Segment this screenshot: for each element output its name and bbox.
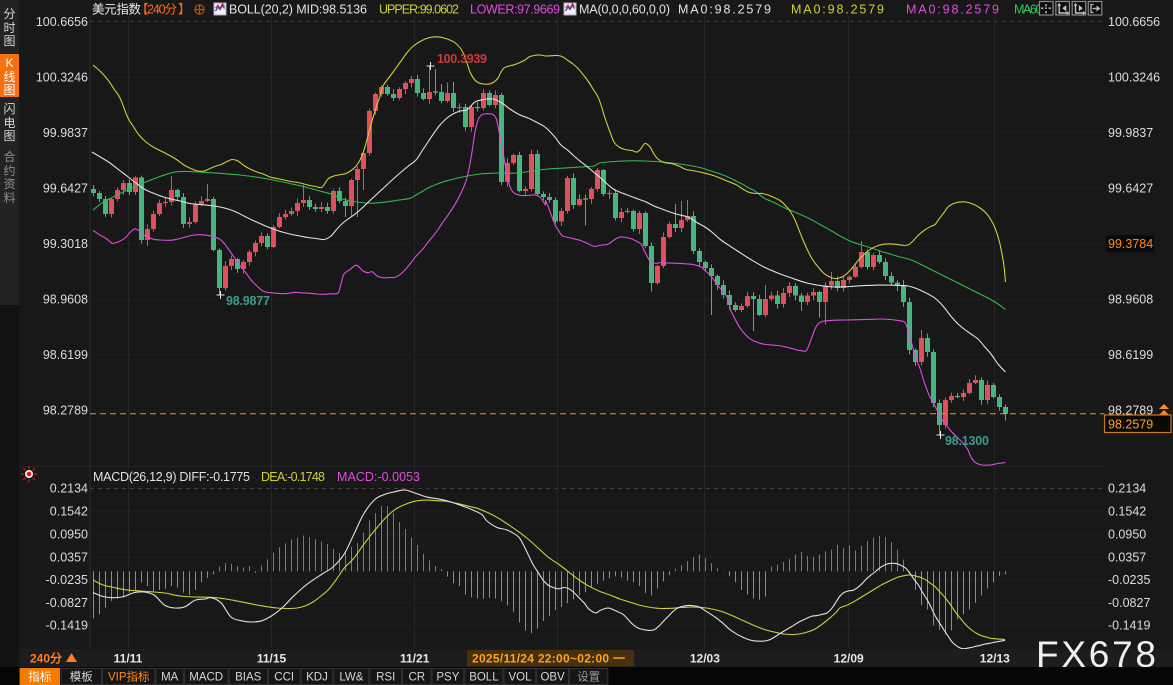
svg-text:99.6427: 99.6427 — [43, 182, 88, 196]
svg-text:MACD(26,12,9) DIFF:-0.1775: MACD(26,12,9) DIFF:-0.1775 — [93, 470, 250, 484]
svg-text:100.3246: 100.3246 — [1108, 71, 1160, 85]
svg-text:BIAS: BIAS — [235, 672, 262, 684]
svg-text:0.0357: 0.0357 — [1108, 551, 1146, 565]
svg-text:99.3018: 99.3018 — [43, 237, 88, 251]
svg-text:240分: 240分 — [30, 651, 62, 666]
svg-text:0.2134: 0.2134 — [1108, 482, 1146, 496]
svg-text:CCI: CCI — [274, 672, 294, 684]
svg-text:指标: 指标 — [28, 670, 51, 684]
svg-text:98.6199: 98.6199 — [1108, 348, 1153, 362]
svg-text:-0.1419: -0.1419 — [46, 618, 88, 632]
svg-text:2025/11/24 22:00~02:00 一: 2025/11/24 22:00~02:00 一 — [472, 652, 625, 666]
svg-text:98.6199: 98.6199 — [43, 348, 88, 362]
svg-text:100.3246: 100.3246 — [36, 71, 88, 85]
svg-text:98.2789: 98.2789 — [43, 404, 88, 418]
svg-text:0.0357: 0.0357 — [50, 551, 88, 565]
svg-text:MA0:98.2579: MA0:98.2579 — [791, 3, 884, 17]
svg-text:VOL: VOL — [508, 672, 532, 684]
svg-text:】: 】 — [178, 3, 191, 17]
svg-text:100.3939: 100.3939 — [437, 52, 487, 66]
svg-text:0.2134: 0.2134 — [50, 482, 88, 496]
svg-text:99.9837: 99.9837 — [1108, 126, 1153, 140]
svg-text:99.9837: 99.9837 — [43, 126, 88, 140]
svg-text:BOLL(20,2) MID:98.5136: BOLL(20,2) MID:98.5136 — [229, 3, 367, 17]
svg-text:12/13: 12/13 — [980, 652, 1010, 666]
svg-text:设置: 设置 — [577, 671, 600, 684]
svg-text:98.9608: 98.9608 — [43, 293, 88, 307]
svg-text:MA(0,0,0,60,0,0): MA(0,0,0,60,0,0) — [579, 3, 670, 17]
svg-text:11/21: 11/21 — [400, 652, 430, 666]
svg-text:99.6427: 99.6427 — [1108, 182, 1153, 196]
svg-text:99.3784: 99.3784 — [1108, 237, 1153, 251]
svg-text:0.0950: 0.0950 — [50, 528, 88, 542]
svg-text:PSY: PSY — [436, 672, 459, 684]
svg-text:11/11: 11/11 — [114, 652, 143, 666]
svg-text:0.1542: 0.1542 — [1108, 505, 1146, 519]
svg-text:模板: 模板 — [70, 670, 93, 684]
svg-text:98.9608: 98.9608 — [1108, 293, 1153, 307]
svg-text:OBV: OBV — [540, 672, 565, 684]
svg-text:RSI: RSI — [376, 672, 395, 684]
svg-text:-0.0827: -0.0827 — [46, 596, 88, 610]
svg-text:美元指数: 美元指数 — [92, 2, 141, 17]
svg-text:98.1300: 98.1300 — [945, 434, 989, 448]
svg-text:98.2579: 98.2579 — [1108, 418, 1153, 432]
svg-text:CR: CR — [408, 672, 425, 684]
svg-text:100.6656: 100.6656 — [1108, 15, 1160, 29]
svg-text:-0.1419: -0.1419 — [1108, 618, 1150, 632]
svg-text:KDJ: KDJ — [306, 672, 328, 684]
svg-text:0.0950: 0.0950 — [1108, 528, 1146, 542]
svg-text:MA0:98.2579: MA0:98.2579 — [906, 3, 999, 17]
svg-text:240分: 240分 — [147, 3, 177, 17]
svg-text:VIP指标: VIP指标 — [108, 670, 150, 684]
svg-text:-0.0235: -0.0235 — [46, 573, 88, 587]
svg-text:MACD: MACD — [189, 672, 223, 684]
svg-text:11/15: 11/15 — [257, 652, 287, 666]
svg-text:MACD:-0.0053: MACD:-0.0053 — [337, 470, 420, 484]
svg-text:UPPER:99.0602: UPPER:99.0602 — [379, 3, 459, 17]
svg-text:12/03: 12/03 — [690, 652, 720, 666]
svg-text:MA0:98.2579: MA0:98.2579 — [678, 3, 771, 17]
svg-text:MA: MA — [161, 672, 179, 684]
svg-text:100.6656: 100.6656 — [36, 15, 88, 29]
svg-text:LOWER:97.9669: LOWER:97.9669 — [470, 3, 560, 17]
svg-text:BOLL: BOLL — [469, 672, 499, 684]
svg-text:-0.0235: -0.0235 — [1108, 573, 1150, 587]
svg-text:DEA:-0.1748: DEA:-0.1748 — [261, 470, 325, 484]
svg-text:98.9877: 98.9877 — [226, 294, 270, 308]
svg-text:LW&: LW& — [339, 672, 363, 684]
svg-text:12/09: 12/09 — [834, 652, 864, 666]
svg-text:0.1542: 0.1542 — [50, 505, 88, 519]
svg-text:-0.0827: -0.0827 — [1108, 596, 1150, 610]
